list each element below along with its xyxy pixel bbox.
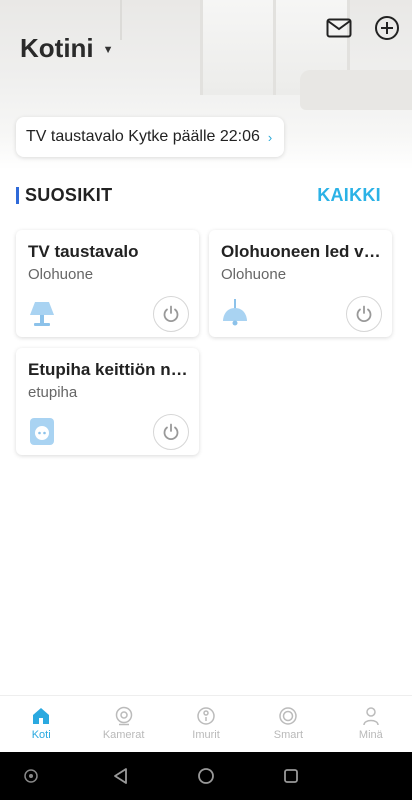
power-icon [356, 305, 372, 323]
all-devices-link[interactable]: KAIKKI [317, 185, 381, 206]
home-selector[interactable]: Kotini ▼ [20, 33, 114, 64]
ceiling-lamp-icon [223, 299, 247, 326]
smart-plug-icon [30, 418, 54, 445]
home-name: Kotini [20, 33, 94, 63]
home-icon [33, 708, 50, 724]
schedule-notice[interactable]: TV taustavalo Kytke päälle 22:06 › [16, 117, 285, 157]
nav-item-kamerat[interactable]: Kamerat [82, 696, 164, 752]
add-device-button[interactable] [373, 14, 401, 42]
system-home-button[interactable] [196, 766, 216, 786]
power-icon [163, 305, 179, 323]
plus-circle-icon [375, 16, 399, 40]
nav-item-smart[interactable]: Smart [247, 696, 329, 752]
device-room: etupiha [28, 384, 78, 401]
device-name: Etupiha keittiön nurkka [28, 360, 190, 379]
device-card[interactable]: TV taustavalo Olohuone [16, 230, 199, 337]
power-icon [163, 423, 179, 441]
assistant-icon [24, 769, 38, 783]
recents-button[interactable] [281, 766, 301, 786]
assistant-button[interactable] [21, 766, 41, 786]
device-card[interactable]: Etupiha keittiön nurkka etupiha [16, 348, 199, 455]
power-button[interactable] [153, 296, 189, 332]
device-card[interactable]: Olohuoneen led valot Olohuone [209, 230, 392, 337]
back-icon [114, 768, 127, 784]
mail-button[interactable] [325, 14, 353, 42]
chevron-right-icon: › [267, 129, 273, 145]
power-button[interactable] [153, 414, 189, 450]
device-name: Olohuoneen led valot [221, 242, 383, 261]
favorites-title: SUOSIKIT [25, 184, 113, 205]
nav-label: Koti [31, 729, 51, 741]
notice-text: TV taustavalo Kytke päälle 22:06 [26, 128, 260, 145]
device-name: TV taustavalo [28, 242, 139, 261]
background-lamp [120, 0, 122, 40]
nav-label: Kamerat [102, 729, 145, 741]
power-button[interactable] [346, 296, 382, 332]
home-circle-icon [198, 768, 214, 784]
recents-icon [284, 769, 298, 783]
smart-icon [279, 707, 298, 725]
mail-icon [326, 18, 352, 38]
nav-label: Imurit [192, 729, 220, 741]
nav-item-koti[interactable]: Koti [0, 696, 82, 752]
vacuum-icon [197, 707, 215, 725]
camera-icon [115, 706, 132, 726]
background-sofa [300, 70, 412, 110]
device-room: Olohuone [221, 266, 287, 283]
bottom-navigation: Koti Kamerat Imurit Smart Minä [0, 695, 412, 752]
caret-down-icon: ▼ [102, 43, 114, 56]
nav-item-mina[interactable]: Minä [330, 696, 412, 752]
nav-item-imurit[interactable]: Imurit [165, 696, 247, 752]
section-accent-bar [16, 186, 19, 204]
person-icon [363, 707, 379, 726]
nav-label: Minä [358, 729, 383, 741]
device-room: Olohuone [28, 266, 94, 283]
back-button[interactable] [111, 766, 131, 786]
nav-label: Smart [273, 729, 304, 741]
favorites-header: SUOSIKIT KAIKKI [16, 183, 396, 207]
table-lamp-icon [30, 302, 54, 326]
system-navigation-bar [0, 752, 412, 800]
